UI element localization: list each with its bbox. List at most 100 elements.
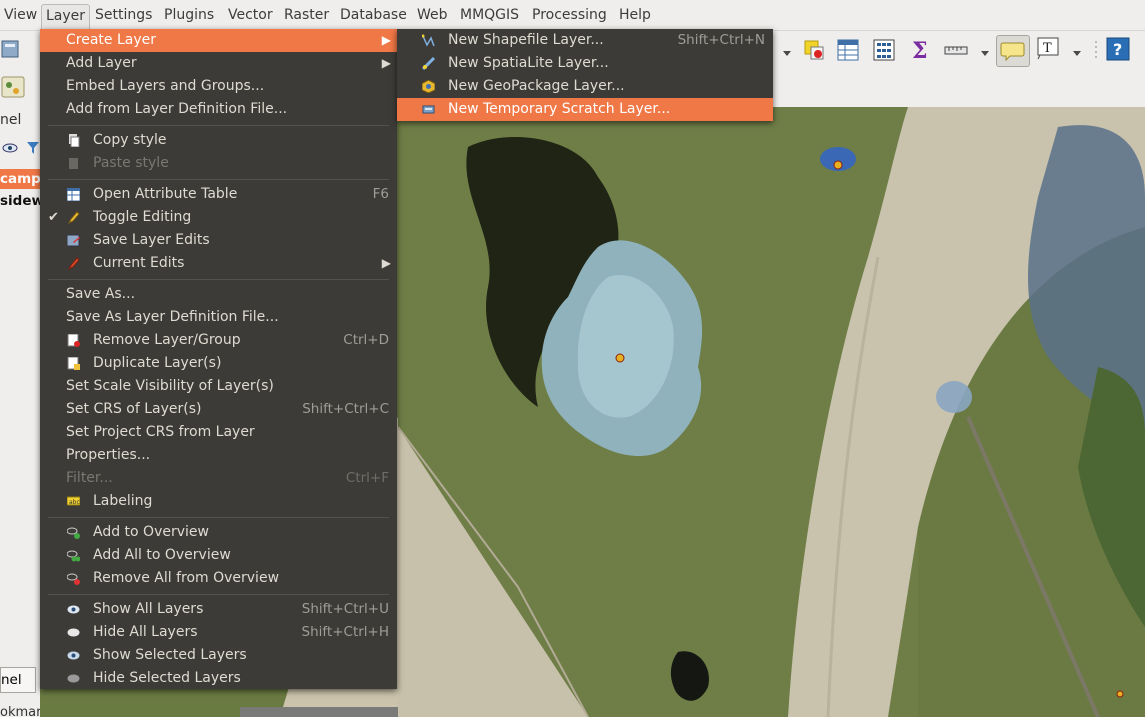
dropdown-arrow-icon[interactable] <box>780 41 794 65</box>
open-project-icon[interactable] <box>0 37 20 61</box>
menu-item-remove-all-overview[interactable]: Remove All from Overview <box>40 567 397 590</box>
menu-settings[interactable]: Settings <box>91 4 156 26</box>
menu-separator <box>48 517 389 518</box>
menu-item-hide-all-layers[interactable]: Hide All Layers Shift+Ctrl+H <box>40 621 397 644</box>
item-label: Labeling <box>93 493 153 509</box>
pencil-icon <box>67 211 80 224</box>
menu-item-duplicate[interactable]: Duplicate Layer(s) <box>40 352 397 375</box>
help-icon[interactable]: ? <box>1106 37 1130 61</box>
shortcut-label: Shift+Ctrl+H <box>301 624 389 640</box>
menu-processing[interactable]: Processing <box>528 4 611 26</box>
item-label: Paste style <box>93 155 169 171</box>
menu-item-save-as-def[interactable]: Save As Layer Definition File... <box>40 306 397 329</box>
menu-item-new-scratch-layer[interactable]: New Temporary Scratch Layer... <box>397 98 773 121</box>
deselect-features-icon[interactable] <box>802 38 826 62</box>
menu-item-create-layer[interactable]: Create Layer ▶ <box>40 29 397 52</box>
current-edits-icon <box>67 257 80 270</box>
menu-raster[interactable]: Raster <box>280 4 333 26</box>
menu-help[interactable]: Help <box>615 4 655 26</box>
menu-item-add-layer[interactable]: Add Layer ▶ <box>40 52 397 75</box>
tab-layers-panel[interactable]: nel <box>0 667 36 693</box>
menu-item-add-all-overview[interactable]: Add All to Overview <box>40 544 397 567</box>
new-shapefile-icon <box>422 34 435 47</box>
layer-item-camp[interactable]: camp <box>0 169 40 189</box>
item-label: Save As Layer Definition File... <box>66 309 279 325</box>
menu-web[interactable]: Web <box>413 4 452 26</box>
item-label: Duplicate Layer(s) <box>93 355 222 371</box>
attribute-table-icon[interactable] <box>836 38 860 62</box>
statistics-sum-icon[interactable]: Σ <box>908 38 932 64</box>
layers-panel: nel camp sidew nel okmarks Panel <box>0 107 41 717</box>
menu-view[interactable]: View <box>0 4 41 26</box>
menu-plugins[interactable]: Plugins <box>160 4 218 26</box>
menu-item-copy-style[interactable]: Copy style <box>40 129 397 152</box>
shortcut-label: Ctrl+F <box>345 470 389 486</box>
layer-item-sidew[interactable]: sidew <box>0 191 40 211</box>
text-annotation-icon[interactable]: T <box>1036 36 1060 60</box>
add-layer-icon[interactable] <box>0 75 28 99</box>
menu-item-properties[interactable]: Properties... <box>40 444 397 467</box>
paste-style-icon <box>69 158 78 169</box>
menu-item-save-as[interactable]: Save As... <box>40 283 397 306</box>
eye-icon[interactable] <box>2 141 22 159</box>
item-label: Current Edits <box>93 255 185 271</box>
measure-dropdown-icon[interactable] <box>978 41 992 65</box>
menu-vector[interactable]: Vector <box>224 4 277 26</box>
menu-layer[interactable]: Layer <box>41 4 91 30</box>
item-label: Set Scale Visibility of Layer(s) <box>66 378 274 394</box>
menu-item-toggle-editing[interactable]: ✔ Toggle Editing <box>40 206 397 229</box>
menu-item-new-shapefile[interactable]: New Shapefile Layer... Shift+Ctrl+N <box>397 29 773 52</box>
annotation-dropdown-icon[interactable] <box>1070 41 1084 65</box>
map-canvas[interactable] <box>398 107 1145 717</box>
menu-item-current-edits[interactable]: Current Edits ▶ <box>40 252 397 275</box>
menu-item-set-crs[interactable]: Set CRS of Layer(s) Shift+Ctrl+C <box>40 398 397 421</box>
checkmark-icon: ✔ <box>48 210 59 225</box>
item-label: Set Project CRS from Layer <box>66 424 255 440</box>
menu-item-add-from-def[interactable]: Add from Layer Definition File... <box>40 98 397 121</box>
menu-separator <box>48 125 389 126</box>
menu-item-paste-style: Paste style <box>40 152 397 175</box>
menu-item-show-selected[interactable]: Show Selected Layers <box>40 644 397 667</box>
filter-icon[interactable] <box>26 141 40 159</box>
panel-title: nel <box>0 112 22 128</box>
menu-item-scale-visibility[interactable]: Set Scale Visibility of Layer(s) <box>40 375 397 398</box>
item-label: Filter... <box>66 470 113 486</box>
item-label: Embed Layers and Groups... <box>66 78 265 94</box>
menu-item-labeling[interactable]: abc Labeling <box>40 490 397 513</box>
svg-text:abc: abc <box>69 499 80 506</box>
menu-item-new-spatialite[interactable]: New SpatiaLite Layer... <box>397 52 773 75</box>
menu-item-remove-layer[interactable]: Remove Layer/Group Ctrl+D <box>40 329 397 352</box>
menu-item-embed[interactable]: Embed Layers and Groups... <box>40 75 397 98</box>
menu-item-set-project-crs[interactable]: Set Project CRS from Layer <box>40 421 397 444</box>
item-label: Add to Overview <box>93 524 209 540</box>
menu-item-new-geopackage[interactable]: New GeoPackage Layer... <box>397 75 773 98</box>
menu-item-add-to-overview[interactable]: Add to Overview <box>40 521 397 544</box>
item-label: Hide All Layers <box>93 624 198 640</box>
menu-item-show-all-layers[interactable]: Show All Layers Shift+Ctrl+U <box>40 598 397 621</box>
item-label: Set CRS of Layer(s) <box>66 401 202 417</box>
item-label: Save As... <box>66 286 136 302</box>
layer-label: camp <box>0 171 41 187</box>
menu-separator <box>48 594 389 595</box>
attribute-table-icon <box>67 188 80 201</box>
menu-item-filter: Filter... Ctrl+F <box>40 467 397 490</box>
menu-item-save-edits[interactable]: Save Layer Edits <box>40 229 397 252</box>
item-label: Show Selected Layers <box>93 647 247 663</box>
menu-mmqgis[interactable]: MMQGIS <box>456 4 523 26</box>
shortcut-label: Ctrl+D <box>343 332 389 348</box>
duplicate-layer-icon <box>67 357 80 370</box>
menu-bar: View Layer Settings Plugins Vector Raste… <box>0 0 1145 31</box>
menu-item-hide-selected[interactable]: Hide Selected Layers <box>40 667 397 690</box>
menu-item-open-attribute-table[interactable]: Open Attribute Table F6 <box>40 183 397 206</box>
remove-layer-icon <box>67 334 80 347</box>
field-calculator-icon[interactable] <box>872 38 896 62</box>
layer-label: sidew <box>0 193 41 209</box>
measure-icon[interactable] <box>944 38 968 62</box>
map-tips-icon[interactable] <box>996 35 1030 67</box>
item-label: Show All Layers <box>93 601 204 617</box>
tab-label: nel <box>1 672 22 688</box>
new-geopackage-icon <box>422 80 435 93</box>
new-spatialite-icon <box>422 57 435 70</box>
menu-database[interactable]: Database <box>336 4 411 26</box>
add-all-overview-icon <box>67 550 80 562</box>
